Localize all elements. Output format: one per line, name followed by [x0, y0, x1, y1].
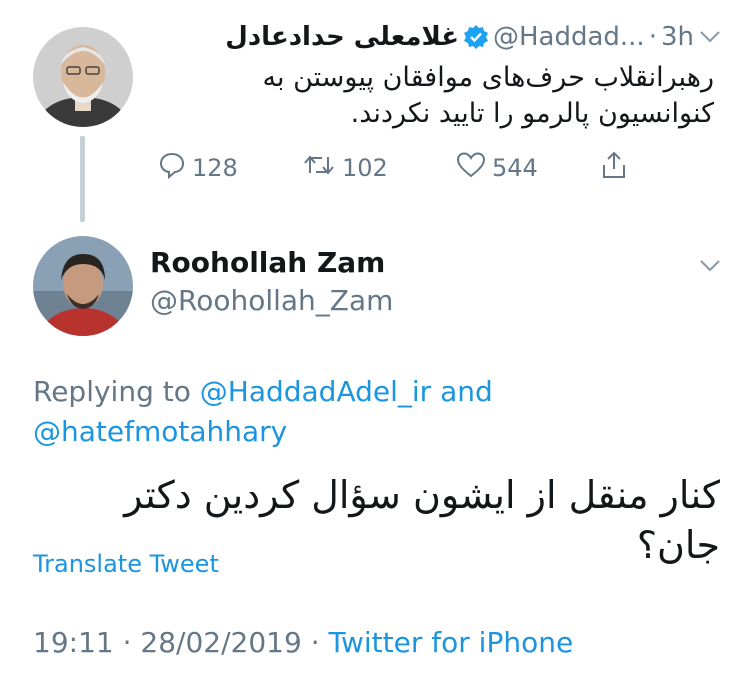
mention-link-hatefmotahhary[interactable]: @hatefmotahhary [33, 415, 287, 448]
tweet-date[interactable]: 28/02/2019 [140, 626, 301, 659]
reply-handle[interactable]: @Roohollah_Zam [150, 284, 393, 317]
parent-action-bar: 128 102 544 [150, 148, 650, 188]
parent-time[interactable]: 3h [661, 22, 694, 52]
heart-icon [456, 151, 486, 185]
replying-to-prefix: Replying to [33, 375, 191, 408]
retweet-count: 102 [342, 154, 388, 182]
parent-handle[interactable]: @Haddad... [493, 22, 645, 52]
retweet-icon [302, 151, 336, 185]
like-button[interactable]: 544 [456, 148, 538, 188]
share-icon [600, 150, 628, 186]
share-button[interactable] [600, 148, 628, 188]
thread-line [80, 136, 85, 222]
chevron-down-icon[interactable] [698, 25, 722, 49]
reply-display-name[interactable]: Roohollah Zam [150, 246, 385, 279]
tweet-source-link[interactable]: Twitter for iPhone [329, 626, 574, 659]
tweet-time[interactable]: 19:11 [33, 626, 114, 659]
parent-text-line-2: کنوانسیون پالرمو را تایید نکردند. [350, 98, 714, 129]
reply-button[interactable]: 128 [158, 148, 238, 188]
reply-count: 128 [192, 154, 238, 182]
parent-tweet-text: رهبرانقلاب حرف‌های موافقان پیوستن به کنو… [160, 60, 715, 132]
retweet-button[interactable]: 102 [302, 148, 388, 188]
mention-link-haddadadel[interactable]: @HaddadAdel_ir [200, 375, 431, 408]
chevron-down-icon[interactable] [698, 254, 722, 278]
parent-tweet-header: 3h · @Haddad... غلامعلی حدادعادل [150, 22, 722, 52]
parent-display-name[interactable]: غلامعلی حدادعادل [225, 22, 459, 52]
meta-separator-1: · [122, 626, 132, 659]
like-count: 544 [492, 154, 538, 182]
replying-to-conjunction[interactable]: and [440, 375, 493, 408]
parent-avatar[interactable] [33, 27, 133, 127]
verified-badge-icon [463, 24, 489, 50]
parent-text-line-1: رهبرانقلاب حرف‌های موافقان پیوستن به [262, 62, 715, 93]
parent-separator: · [648, 22, 657, 52]
replying-to: Replying to @HaddadAdel_ir and @hatefmot… [33, 372, 533, 452]
reply-avatar[interactable] [33, 236, 133, 336]
meta-separator-2: · [310, 626, 320, 659]
translate-tweet-link[interactable]: Translate Tweet [33, 550, 219, 578]
speech-bubble-icon [158, 151, 186, 185]
tweet-metadata: 19:11 · 28/02/2019 · Twitter for iPhone [33, 626, 573, 659]
